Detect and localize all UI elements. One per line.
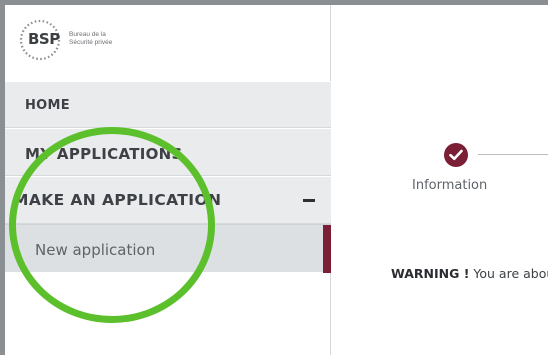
- warning-label: WARNING !: [391, 266, 470, 281]
- app-window: BSP Bureau de la Sécurité privée HOME MY…: [5, 5, 548, 355]
- warning-text: You are about to: [473, 266, 548, 281]
- sidebar-item-my-applications[interactable]: MY APPLICATIONS: [5, 128, 331, 176]
- sidebar-item-home-label: HOME: [25, 98, 70, 113]
- sidebar-subitem-new-application-label: New application: [35, 241, 156, 259]
- main-content: Information WARNING ! You are about to: [332, 5, 548, 355]
- warning-message: WARNING ! You are about to: [391, 266, 548, 281]
- sidebar: BSP Bureau de la Sécurité privée HOME MY…: [5, 5, 331, 355]
- stepper-connector: [478, 154, 548, 155]
- logo-subtitle-line1: Bureau de la: [69, 31, 106, 38]
- sidebar-nav: HOME MY APPLICATIONS MAKE AN APPLICATION…: [5, 81, 331, 273]
- step-label-information: Information: [412, 178, 488, 193]
- collapse-minus-icon[interactable]: [303, 199, 315, 202]
- bsp-logo[interactable]: BSP Bureau de la Sécurité privée: [17, 17, 217, 67]
- step-completed-check-icon: [444, 143, 468, 167]
- sidebar-item-make-application[interactable]: MAKE AN APPLICATION: [5, 176, 331, 224]
- sidebar-item-home[interactable]: HOME: [5, 81, 331, 128]
- active-indicator: [323, 225, 331, 273]
- sidebar-item-my-applications-label: MY APPLICATIONS: [25, 145, 183, 163]
- sidebar-item-make-application-label: MAKE AN APPLICATION: [13, 191, 222, 209]
- sidebar-subitem-new-application[interactable]: New application: [5, 224, 331, 273]
- logo-abbreviation: BSP: [28, 30, 60, 48]
- check-icon: [449, 149, 463, 161]
- logo-subtitle-line2: Sécurité privée: [69, 39, 113, 46]
- logo-subtitle: Bureau de la Sécurité privée: [69, 31, 112, 47]
